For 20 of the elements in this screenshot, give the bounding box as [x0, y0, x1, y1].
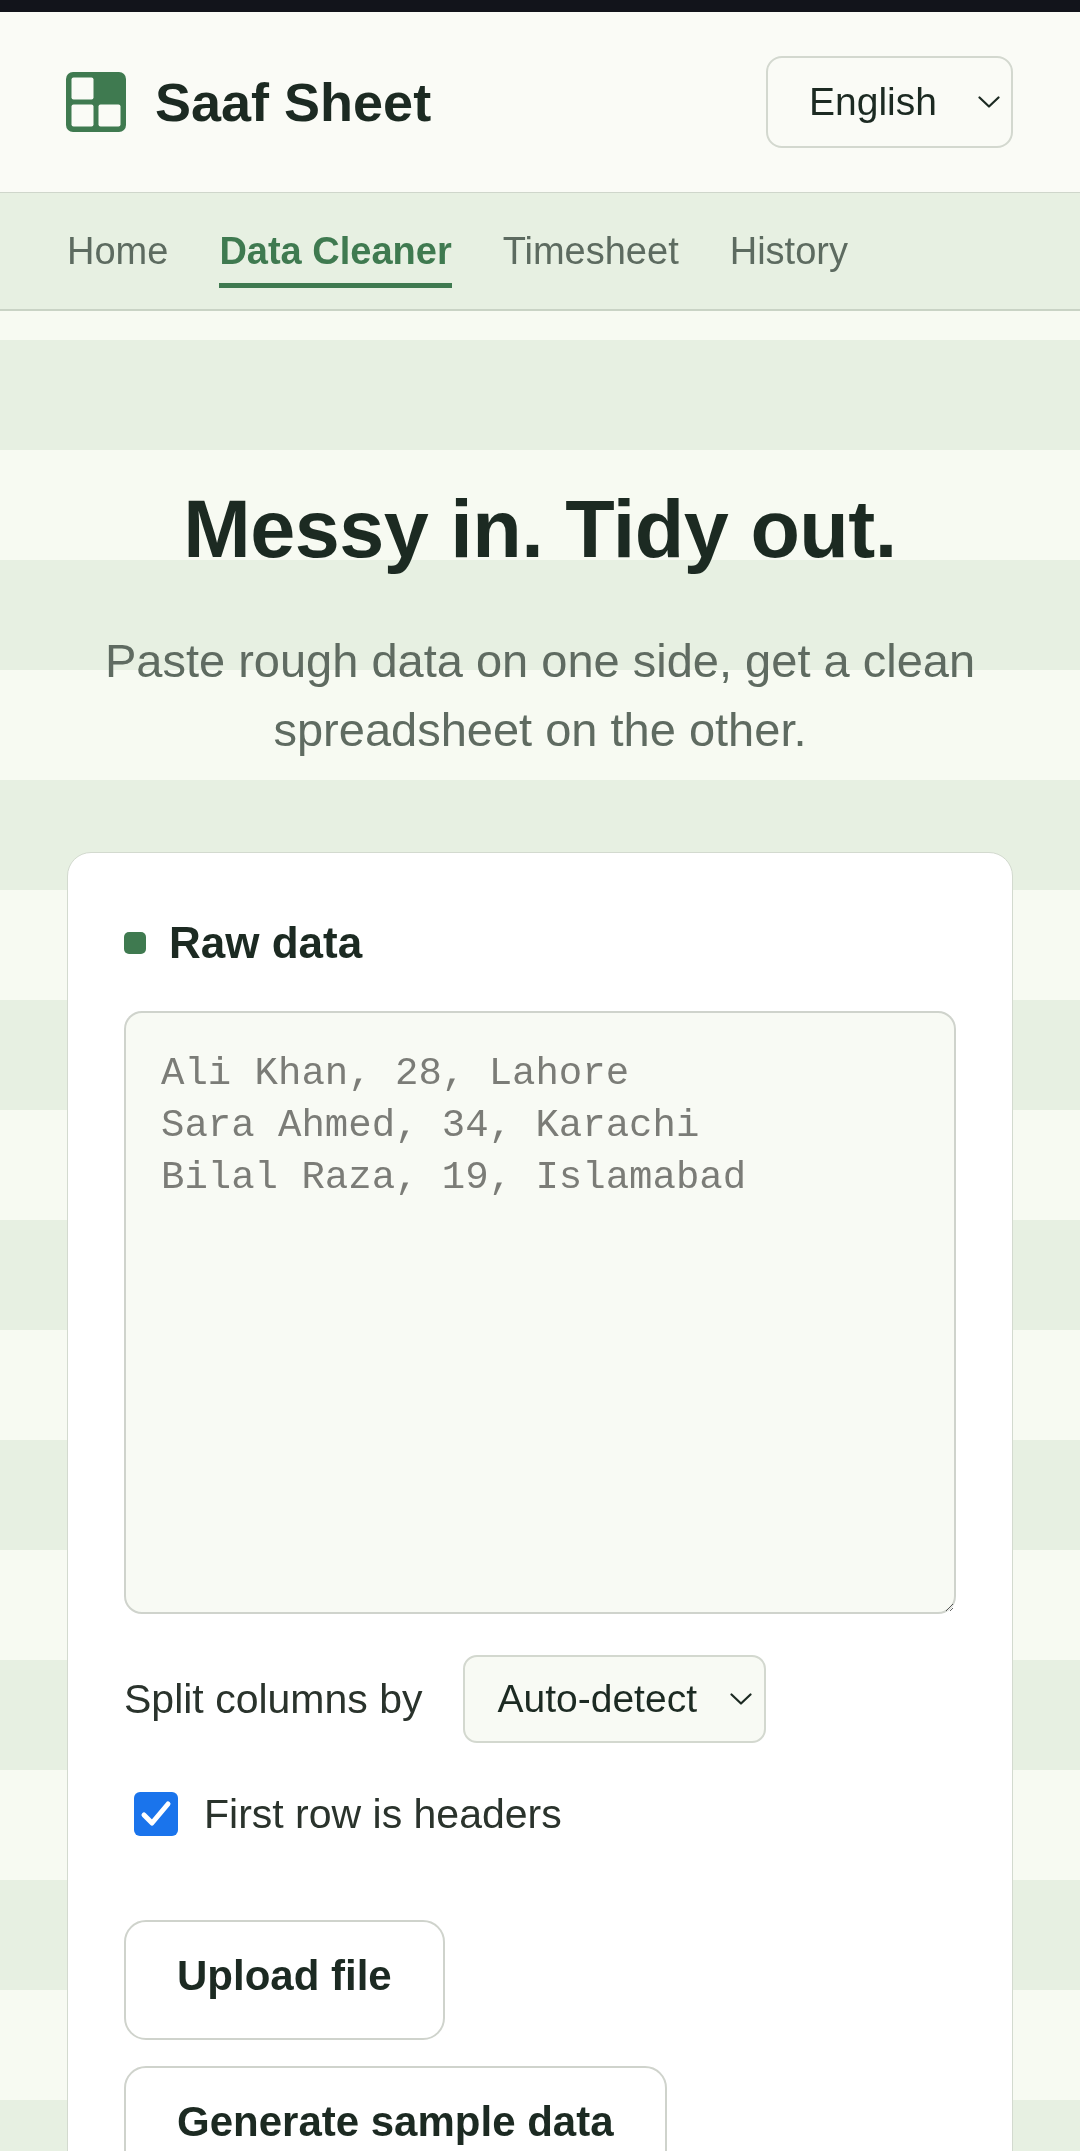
hero-subtitle: Paste rough data on one side, get a clean spreadsheet on the other. — [103, 633, 977, 758]
split-columns-select[interactable]: Auto-detect — [462, 1655, 766, 1743]
nav-tab[interactable]: Data Cleaner — [219, 228, 452, 288]
square-marker-icon — [124, 931, 146, 954]
language-select[interactable]: English — [766, 56, 1013, 148]
nav-tab[interactable]: Home — [67, 228, 169, 288]
grid-logo-icon — [66, 72, 126, 132]
raw-data-input[interactable]: Ali Khan, 28, Lahore Sara Ahmed, 34, Karachi Bilal Raza, 19, Islamabad — [124, 1011, 956, 1614]
action-button[interactable]: Generate sample data — [124, 2066, 667, 2151]
app-title: Saaf Sheet — [155, 70, 432, 134]
hero-title: Messy in. Tidy out. — [183, 483, 897, 576]
nav-tab[interactable]: History — [729, 228, 848, 288]
chevron-down-icon — [729, 1693, 752, 1705]
action-button[interactable]: Upload file — [124, 1920, 445, 2040]
split-columns-label: Split columns by — [124, 1675, 423, 1724]
nav-tab[interactable]: Timesheet — [502, 228, 679, 288]
checkbox[interactable] — [134, 1792, 178, 1836]
checkbox-label: First row is headers — [204, 1790, 562, 1839]
card-title: Raw data — [169, 917, 363, 969]
chevron-down-icon — [978, 96, 1000, 108]
